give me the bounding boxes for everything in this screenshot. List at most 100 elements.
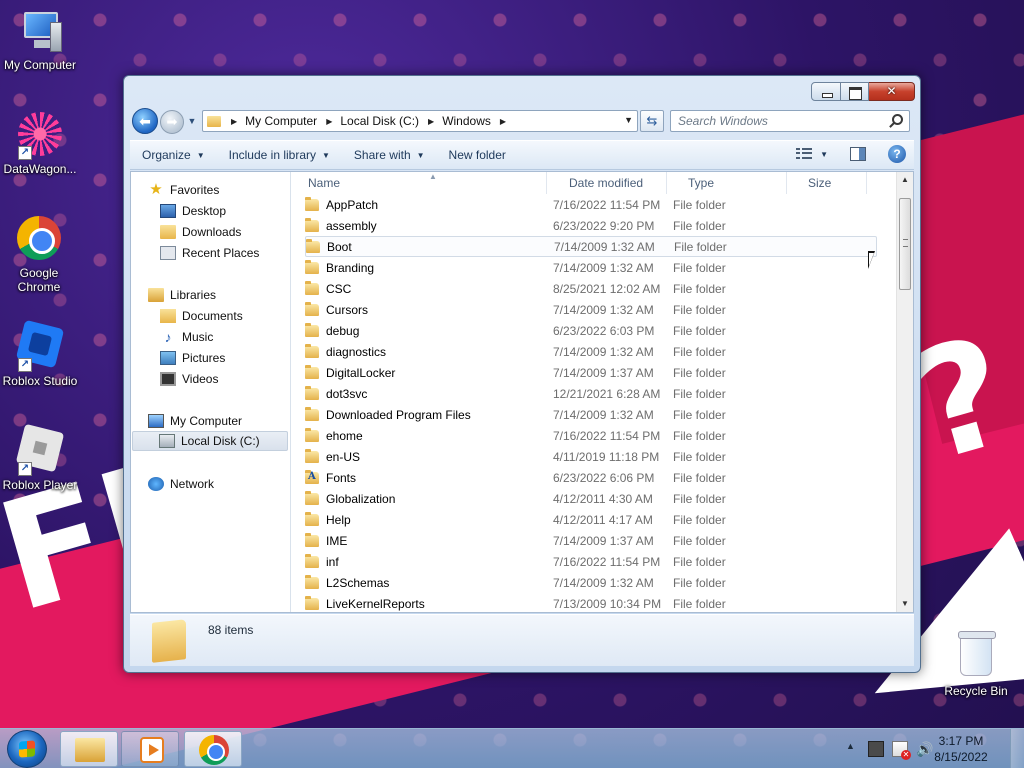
file-date-modified: 7/14/2009 1:37 AM: [553, 533, 654, 548]
file-type: File folder: [673, 470, 726, 485]
table-row[interactable]: DigitalLocker 7/14/2009 1:37 AM File folde…: [305, 362, 877, 383]
nav-libraries[interactable]: Libraries: [148, 285, 288, 305]
breadcrumb-my-computer[interactable]: My Computer: [245, 114, 317, 128]
clock[interactable]: 3:17 PM 8/15/2022: [926, 733, 996, 765]
table-row[interactable]: diagnostics 7/14/2009 1:32 AM File folder: [305, 341, 877, 362]
file-date-modified: 7/14/2009 1:32 AM: [553, 260, 654, 275]
table-row[interactable]: L2Schemas 7/14/2009 1:32 AM File folder: [305, 572, 877, 593]
scroll-down-arrow-icon[interactable]: ▼: [897, 596, 913, 612]
vertical-scrollbar[interactable]: ▲ ▼: [896, 172, 913, 612]
change-view-icon[interactable]: [796, 148, 813, 160]
nav-recent-places[interactable]: Recent Places: [160, 243, 288, 263]
column-header-name[interactable]: Name ▲: [291, 172, 547, 194]
refresh-button[interactable]: ⇆: [640, 110, 664, 132]
table-row[interactable]: dot3svc 12/21/2021 6:28 AM File folder: [305, 383, 877, 404]
hard-drive-icon: [159, 434, 175, 448]
network-icon[interactable]: [868, 741, 884, 757]
table-row[interactable]: Cursors 7/14/2009 1:32 AM File folder: [305, 299, 877, 320]
file-date-modified: 7/16/2022 11:54 PM: [553, 197, 661, 212]
file-type: File folder: [673, 281, 726, 296]
nav-favorites[interactable]: ★ Favorites: [148, 180, 288, 200]
include-in-library-button[interactable]: Include in library ▼: [217, 141, 342, 169]
organize-button[interactable]: Organize ▼: [130, 141, 217, 169]
chevron-down-icon: ▼: [322, 150, 330, 160]
table-row[interactable]: en-US 4/11/2019 11:18 PM File folder: [305, 446, 877, 467]
back-button[interactable]: ⬅: [132, 108, 158, 134]
table-row[interactable]: IME 7/14/2009 1:37 AM File folder: [305, 530, 877, 551]
action-center-flag-icon[interactable]: [892, 741, 911, 760]
nav-documents[interactable]: Documents: [160, 306, 288, 326]
breadcrumb-chevron-icon[interactable]: ▶: [428, 117, 434, 126]
column-header-type[interactable]: Type: [667, 172, 787, 194]
breadcrumb-windows[interactable]: Windows: [442, 114, 491, 128]
scroll-up-arrow-icon[interactable]: ▲: [897, 172, 913, 188]
desktop-icon-google-chrome[interactable]: Google Chrome: [0, 214, 78, 294]
close-button[interactable]: [869, 82, 915, 101]
desktop-icon-recycle-bin[interactable]: Recycle Bin: [936, 630, 1016, 698]
file-name: assembly: [326, 218, 377, 233]
table-row[interactable]: AppPatch 7/16/2022 11:54 PM File folder: [305, 194, 877, 215]
show-desktop-button[interactable]: [1010, 729, 1024, 768]
nav-desktop[interactable]: Desktop: [160, 201, 288, 221]
nav-music[interactable]: ♪ Music: [160, 327, 288, 347]
table-row[interactable]: Branding 7/14/2009 1:32 AM File folder: [305, 257, 877, 278]
scrollbar-thumb[interactable]: [899, 198, 911, 290]
nav-local-disk[interactable]: Local Disk (C:): [132, 431, 288, 451]
forward-button[interactable]: ➡: [160, 110, 184, 134]
command-bar: Organize ▼ Include in library ▼ Share wi…: [130, 140, 914, 170]
breadcrumb-local-disk[interactable]: Local Disk (C:): [340, 114, 419, 128]
recent-places-icon: [160, 246, 176, 260]
new-folder-button[interactable]: New folder: [437, 141, 518, 169]
table-row[interactable]: CSC 8/25/2021 12:02 AM File folder: [305, 278, 877, 299]
share-with-button[interactable]: Share with ▼: [342, 141, 437, 169]
table-row[interactable]: Boot 7/14/2009 1:32 AM File folder: [305, 236, 877, 257]
search-input[interactable]: [671, 111, 871, 131]
minimize-button[interactable]: [811, 82, 841, 101]
table-row[interactable]: Downloaded Program Files 7/14/2009 1:32 A…: [305, 404, 877, 425]
breadcrumb-chevron-icon[interactable]: ▶: [326, 117, 332, 126]
taskbar-explorer-button[interactable]: [60, 731, 118, 767]
search-box[interactable]: [670, 110, 910, 132]
maximize-button[interactable]: [841, 82, 869, 101]
start-button[interactable]: [7, 730, 47, 768]
table-row[interactable]: Fonts 6/23/2022 6:06 PM File folder: [305, 467, 877, 488]
nav-downloads[interactable]: Downloads: [160, 222, 288, 242]
file-name: Boot: [327, 239, 352, 254]
column-header-date[interactable]: Date modified: [547, 172, 667, 194]
preview-pane-icon[interactable]: [850, 147, 866, 161]
table-row[interactable]: ehome 7/16/2022 11:54 PM File folder: [305, 425, 877, 446]
nav-videos[interactable]: Videos: [160, 369, 288, 389]
table-row[interactable]: Globalization 4/12/2011 4:30 AM File folde…: [305, 488, 877, 509]
breadcrumb-chevron-icon[interactable]: ▶: [500, 117, 506, 126]
table-row[interactable]: inf 7/16/2022 11:54 PM File folder: [305, 551, 877, 572]
taskbar-media-player-button[interactable]: [121, 731, 179, 767]
search-icon[interactable]: [892, 114, 903, 125]
folder-icon: [305, 511, 319, 526]
help-icon[interactable]: ?: [888, 145, 906, 163]
table-row[interactable]: debug 6/23/2022 6:03 PM File folder: [305, 320, 877, 341]
desktop-icon-my-computer[interactable]: My Computer: [0, 8, 80, 72]
file-name: diagnostics: [326, 344, 387, 359]
recent-pages-dropdown[interactable]: ▼: [186, 114, 198, 128]
show-hidden-icons-icon[interactable]: ▲: [846, 741, 855, 751]
file-name: dot3svc: [326, 386, 368, 401]
file-type: File folder: [673, 491, 726, 506]
nav-pictures[interactable]: Pictures: [160, 348, 288, 368]
file-type: File folder: [673, 365, 726, 380]
column-header-size[interactable]: Size: [787, 172, 867, 194]
nav-network[interactable]: Network: [148, 474, 288, 494]
windows-explorer-icon: [75, 738, 105, 762]
view-options-dropdown[interactable]: ▼: [820, 150, 828, 159]
desktop-icon-roblox-studio[interactable]: ↗ Roblox Studio: [0, 319, 80, 388]
table-row[interactable]: Help 4/12/2011 4:17 AM File folder: [305, 509, 877, 530]
table-row[interactable]: LiveKernelReports 7/13/2009 10:34 PM File …: [305, 593, 877, 614]
address-dropdown-icon[interactable]: ▼: [624, 115, 633, 125]
taskbar-chrome-button[interactable]: [184, 731, 242, 767]
breadcrumb-chevron-icon[interactable]: ▶: [231, 117, 237, 126]
roblox-studio-icon: ↗: [15, 319, 65, 372]
desktop-icon-roblox-player[interactable]: ↗ Roblox Player: [0, 423, 80, 492]
table-row[interactable]: assembly 6/23/2022 9:20 PM File folder: [305, 215, 877, 236]
address-bar[interactable]: ▶ My Computer ▶ Local Disk (C:) ▶ Window…: [202, 110, 638, 132]
desktop-icon-datawagon[interactable]: ↗ DataWagon...: [0, 110, 80, 176]
nav-my-computer[interactable]: My Computer: [148, 411, 288, 431]
